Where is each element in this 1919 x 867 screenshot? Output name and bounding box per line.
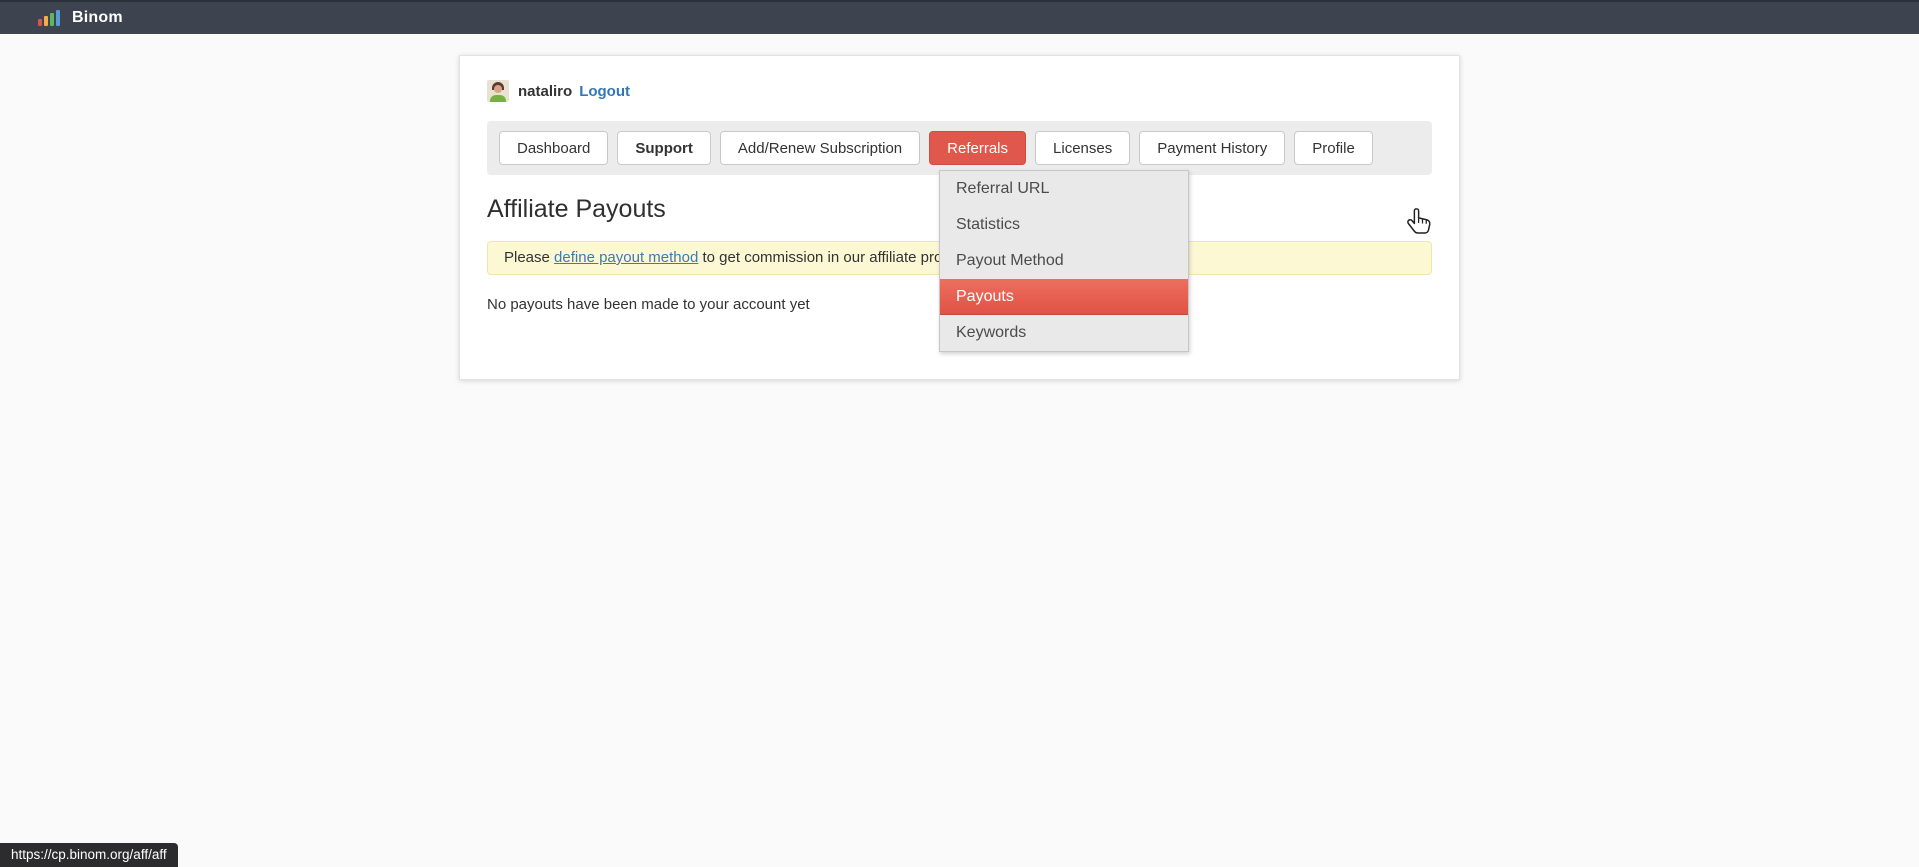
logout-link[interactable]: Logout [579,83,630,100]
nav-button-payment-history[interactable]: Payment History [1139,131,1285,165]
notice-suffix: to get commission in our affiliate progr… [698,249,976,266]
dropdown-item-referral-url[interactable]: Referral URL [940,171,1188,207]
nav-button-licenses[interactable]: Licenses [1035,131,1130,165]
nav-strip: Dashboard Support Add/Renew Subscription… [487,121,1432,175]
status-url-tooltip: https://cp.binom.org/aff/aff [0,843,178,867]
dropdown-item-payout-method[interactable]: Payout Method [940,243,1188,279]
nav-button-add-renew-subscription[interactable]: Add/Renew Subscription [720,131,920,165]
nav-button-dashboard[interactable]: Dashboard [499,131,608,165]
topbar: Binom [0,0,1919,34]
bar-chart-icon [38,10,60,26]
define-payout-method-link[interactable]: define payout method [554,249,698,266]
user-avatar [487,80,509,102]
dropdown-item-payouts[interactable]: Payouts [940,279,1188,315]
nav-button-referrals[interactable]: Referrals [929,131,1026,165]
brand-title: Binom [72,9,123,27]
user-row: nataliro Logout [487,80,1432,102]
username-label: nataliro [518,83,572,100]
nav-button-support[interactable]: Support [617,131,711,165]
nav-button-profile[interactable]: Profile [1294,131,1373,165]
dropdown-item-statistics[interactable]: Statistics [940,207,1188,243]
notice-prefix: Please [504,249,554,266]
main-card: nataliro Logout Dashboard Support Add/Re… [459,55,1460,380]
referrals-dropdown-menu: Referral URL Statistics Payout Method Pa… [939,170,1189,352]
dropdown-item-keywords[interactable]: Keywords [940,315,1188,351]
